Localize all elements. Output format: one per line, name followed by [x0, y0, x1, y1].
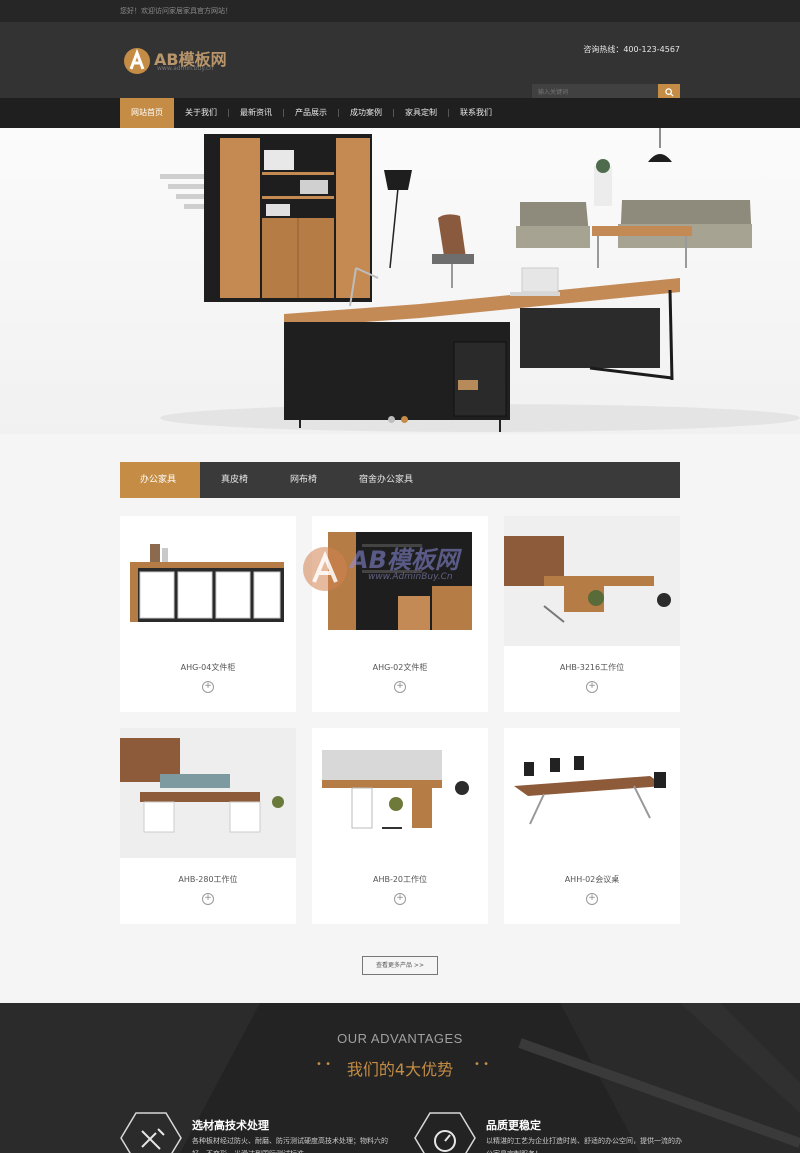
product-card[interactable]: AHB-3216工作位 +	[504, 516, 680, 712]
site-header: AB模板网 www.admin.buy.cn 咨询热线：400-123-4567	[0, 22, 800, 100]
product-card[interactable]: AHB-20工作位 +	[312, 728, 488, 924]
logo-subtext: www.admin.buy.cn	[157, 65, 214, 72]
product-card[interactable]: AHB-280工作位 +	[120, 728, 296, 924]
product-image	[312, 728, 488, 858]
banner-dot-1[interactable]	[388, 416, 395, 423]
tab-office-furniture[interactable]: 办公家具	[120, 462, 200, 498]
nav-item-news[interactable]: 最新资讯	[229, 98, 283, 128]
product-card[interactable]: AHG-04文件柜 +	[120, 516, 296, 712]
site-logo[interactable]: AB模板网 www.admin.buy.cn	[122, 46, 242, 76]
banner-dot-2[interactable]	[401, 416, 408, 423]
nav-item-contact[interactable]: 联系我们	[449, 98, 503, 128]
nav-item-home[interactable]: 网站首页	[120, 98, 174, 128]
plus-icon[interactable]: +	[394, 893, 406, 905]
product-title: AHB-3216工作位	[559, 663, 625, 672]
nav-item-about[interactable]: 关于我们	[174, 98, 228, 128]
plus-icon[interactable]: +	[586, 681, 598, 693]
hotline-text: 咨询热线：400-123-4567	[583, 45, 680, 54]
advantage-title: 品质更稳定	[486, 1119, 541, 1132]
logo-mark-icon	[124, 48, 150, 74]
welcome-strip: 您好！欢迎访问家居家具官方网站！	[0, 0, 800, 22]
office-furniture-banner-image	[160, 128, 800, 432]
advantages-title-cn: 我们的4大优势	[346, 1060, 454, 1079]
gauge-icon	[414, 1112, 476, 1153]
decor-dots: • •	[474, 1059, 489, 1070]
product-title: AHG-04文件柜	[180, 663, 236, 672]
product-grid: AHG-04文件柜 + AHG-02文件柜 + AHB-3216工作位 + AH…	[120, 516, 680, 924]
product-card[interactable]: AHH-02会议桌 +	[504, 728, 680, 924]
advantages-title-en: OUR ADVANTAGES	[337, 1031, 463, 1046]
plus-icon[interactable]: +	[202, 681, 214, 693]
tab-leather-chairs[interactable]: 真皮椅	[200, 462, 269, 498]
nav-item-cases[interactable]: 成功案例	[339, 98, 393, 128]
advantage-description: 各种板材经过防火、耐磨、防污测试硬度高技术处理；物料六的好，不变形，光滑达到国际…	[192, 1137, 388, 1153]
tab-mesh-chairs[interactable]: 网布椅	[269, 462, 338, 498]
product-card[interactable]: AHG-02文件柜 +	[312, 516, 488, 712]
view-more-products-button[interactable]: 查看更多产品 >>	[362, 956, 438, 975]
product-image	[120, 728, 296, 858]
product-title: AHB-280工作位	[178, 875, 238, 884]
hero-banner[interactable]	[0, 128, 800, 434]
product-image	[504, 728, 680, 858]
tools-icon	[120, 1112, 182, 1153]
product-title: AHG-02文件柜	[372, 663, 428, 672]
advantage-title: 选材高技术处理	[192, 1119, 269, 1132]
product-image	[120, 516, 296, 646]
welcome-text: 您好！欢迎访问家居家具官方网站！	[120, 7, 232, 15]
main-nav: 网站首页 关于我们 最新资讯 产品展示 成功案例 家具定制 联系我们	[0, 98, 800, 128]
plus-icon[interactable]: +	[586, 893, 598, 905]
plus-icon[interactable]: +	[394, 681, 406, 693]
plus-icon[interactable]: +	[202, 893, 214, 905]
advantages-section: OUR ADVANTAGES • • 我们的4大优势 • • 选材高技术处理 各…	[0, 1003, 800, 1153]
nav-item-products[interactable]: 产品展示	[284, 98, 338, 128]
advantage-description: 以精湛的工艺为企业打造时尚、舒适的办公空间，提供一流的办公家具定制服务！	[486, 1137, 682, 1153]
product-title: AHB-20工作位	[372, 875, 428, 884]
nav-item-custom[interactable]: 家具定制	[394, 98, 448, 128]
search-icon	[664, 87, 674, 97]
product-image	[312, 516, 488, 646]
category-tabs: 办公家具 真皮椅 网布椅 宿舍办公家具	[120, 462, 680, 498]
product-title: AHH-02会议桌	[564, 875, 620, 884]
product-image	[504, 516, 680, 646]
banner-dots	[388, 416, 408, 423]
tab-dorm-office-furniture[interactable]: 宿舍办公家具	[338, 462, 434, 498]
